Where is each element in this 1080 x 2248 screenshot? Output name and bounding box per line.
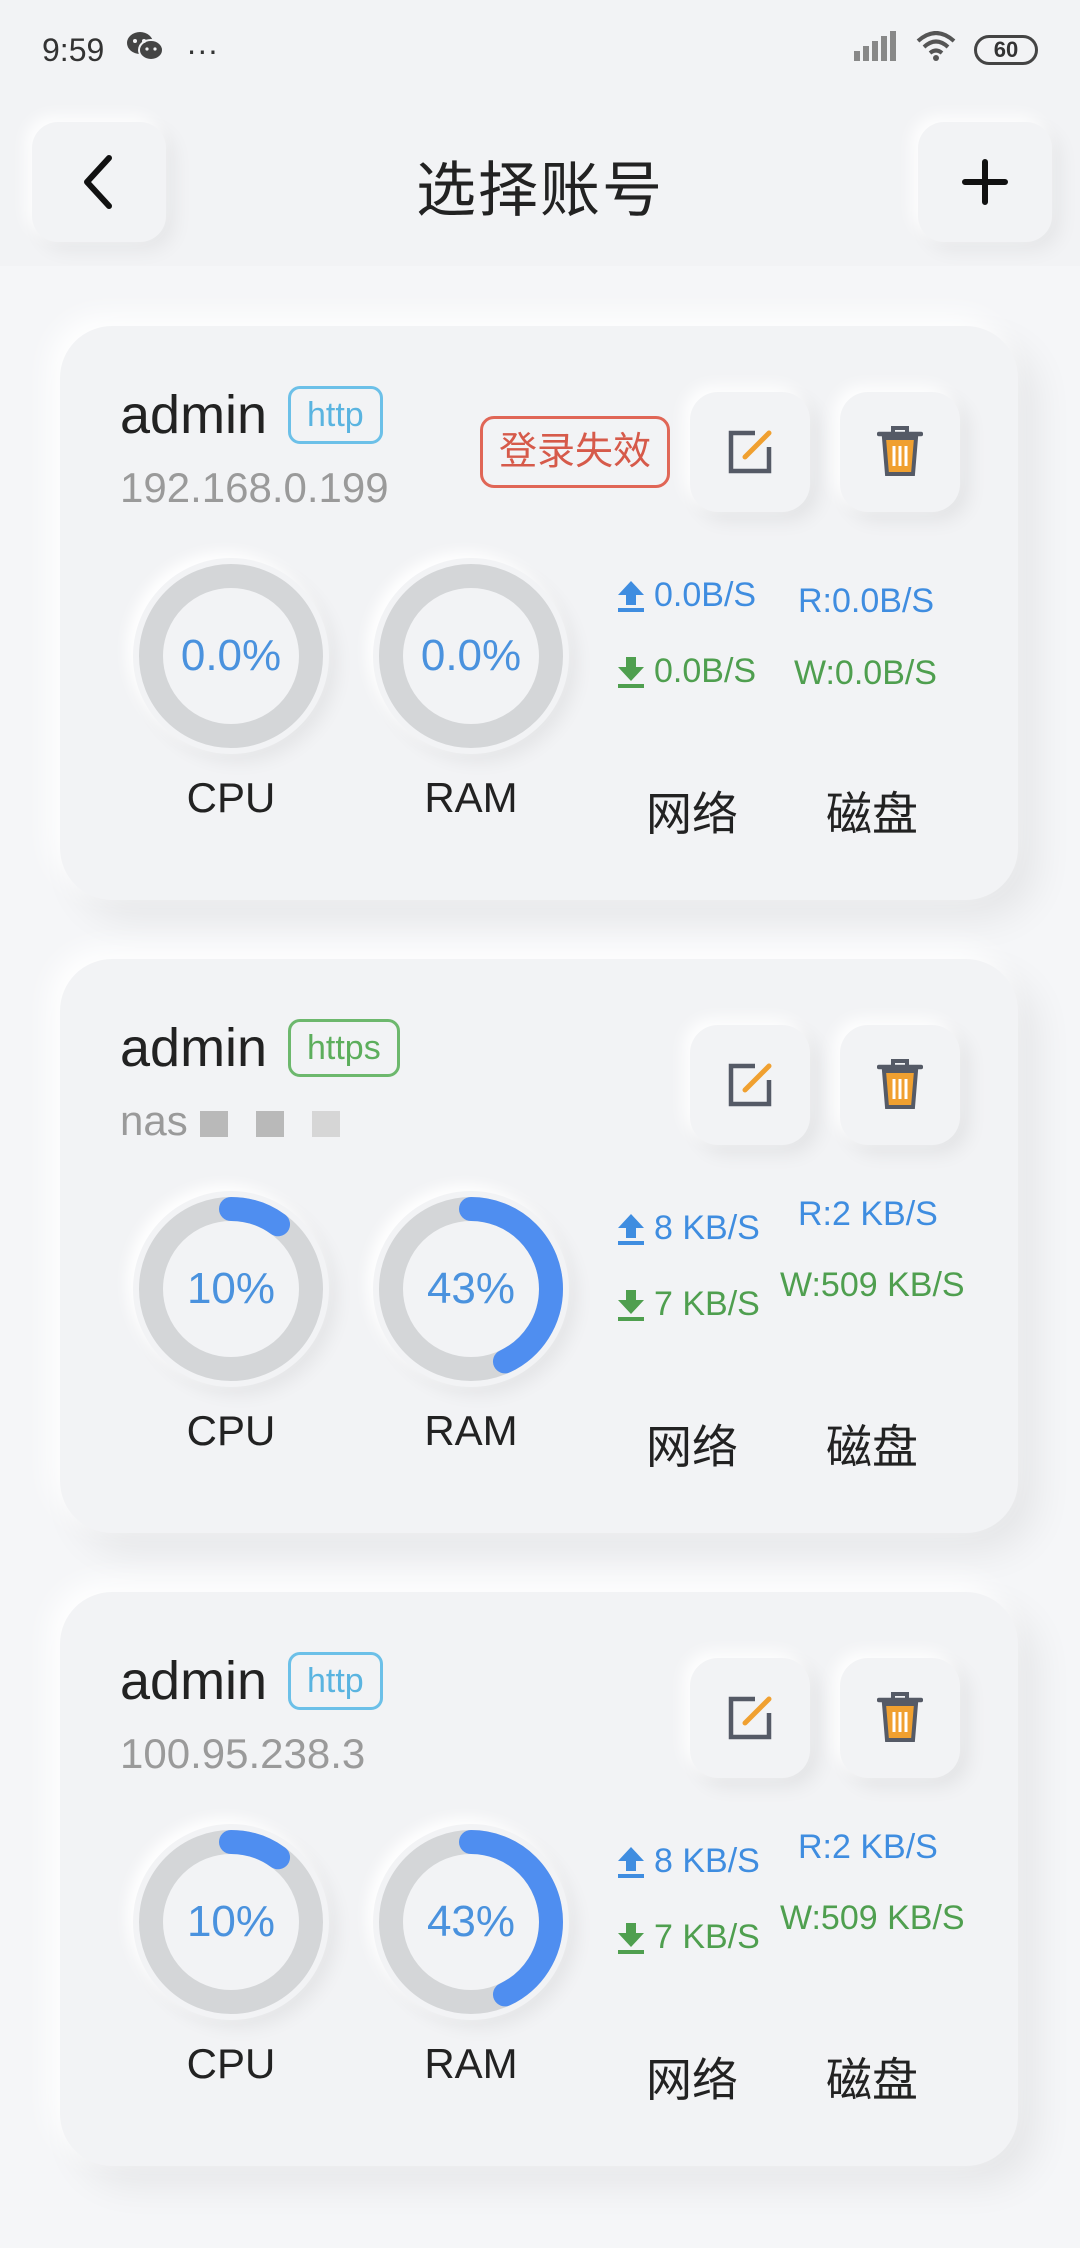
cpu-label: CPU bbox=[186, 1407, 276, 1454]
cpu-gauge: 10% bbox=[133, 1824, 329, 2020]
cpu-label: CPU bbox=[186, 774, 276, 821]
edit-icon bbox=[728, 1063, 772, 1107]
redacted-block bbox=[199, 1110, 228, 1137]
upload-arrow-icon bbox=[616, 1845, 646, 1879]
protocol-tag: http bbox=[288, 386, 383, 444]
account-username: admin bbox=[120, 1651, 268, 1711]
account-card[interactable]: admin https nas 10% 43% CPU RAM 8 KB/S 7… bbox=[60, 959, 1018, 1533]
disk-read: R:2 KB/S bbox=[798, 1828, 938, 1866]
header: 选择账号 bbox=[0, 100, 1080, 266]
account-host: 192.168.0.199 bbox=[120, 464, 389, 511]
network-label: 网络 bbox=[646, 788, 738, 840]
status-time: 9:59 bbox=[42, 31, 105, 68]
disk-read: R:2 KB/S bbox=[798, 1195, 938, 1233]
account-host: nas bbox=[120, 1097, 340, 1145]
ram-value: 0.0% bbox=[420, 631, 522, 680]
download-speed: 7 KB/S bbox=[654, 1285, 760, 1323]
account-card[interactable]: admin http 192.168.0.199 登录失效 0.0% 0.0% … bbox=[60, 326, 1018, 900]
account-list: admin http 192.168.0.199 登录失效 0.0% 0.0% … bbox=[0, 266, 1080, 2248]
ram-value: 43% bbox=[426, 1264, 516, 1313]
add-account-button[interactable] bbox=[918, 122, 1052, 242]
account-username: admin bbox=[120, 385, 268, 445]
download-arrow-icon bbox=[616, 1921, 646, 1955]
ram-label: RAM bbox=[424, 1407, 518, 1454]
login-failed-badge: 登录失效 bbox=[480, 416, 671, 488]
status-left: 9:59 ··· bbox=[42, 30, 218, 70]
status-right: 60 bbox=[854, 31, 1038, 69]
delete-button[interactable] bbox=[840, 392, 960, 512]
cpu-gauge: 0.0% bbox=[133, 558, 329, 754]
account-host-text: nas bbox=[120, 1097, 188, 1144]
network-label: 网络 bbox=[646, 2054, 738, 2106]
cpu-gauge: 10% bbox=[133, 1191, 329, 1387]
trash-icon bbox=[877, 426, 923, 476]
wechat-icon bbox=[126, 30, 165, 70]
delete-button[interactable] bbox=[840, 1025, 960, 1145]
trash-icon bbox=[877, 1059, 923, 1109]
network-upload: 8 KB/S bbox=[616, 1842, 760, 1881]
edit-icon bbox=[728, 1696, 772, 1740]
trash-icon bbox=[877, 1692, 923, 1742]
upload-speed: 0.0B/S bbox=[654, 576, 757, 614]
account-username: admin bbox=[120, 1018, 268, 1078]
network-download: 0.0B/S bbox=[616, 652, 756, 691]
cpu-value: 10% bbox=[186, 1264, 276, 1313]
redacted-block bbox=[311, 1110, 340, 1137]
edit-button[interactable] bbox=[690, 392, 810, 512]
status-bar: 9:59 ··· 60 bbox=[0, 0, 1080, 100]
upload-speed: 8 KB/S bbox=[654, 1842, 760, 1880]
network-upload: 0.0B/S bbox=[616, 576, 756, 615]
protocol-tag: http bbox=[288, 1652, 383, 1710]
network-label: 网络 bbox=[646, 1421, 738, 1473]
disk-write: W:509 KB/S bbox=[780, 1266, 965, 1304]
ram-gauge: 0.0% bbox=[373, 558, 569, 754]
edit-button[interactable] bbox=[690, 1658, 810, 1778]
disk-label: 磁盘 bbox=[826, 2054, 918, 2106]
upload-arrow-icon bbox=[616, 579, 646, 613]
ram-value: 43% bbox=[426, 1897, 516, 1946]
disk-write: W:0.0B/S bbox=[794, 654, 937, 692]
network-download: 7 KB/S bbox=[616, 1285, 760, 1324]
ram-label: RAM bbox=[424, 774, 518, 821]
disk-read: R:0.0B/S bbox=[798, 582, 935, 620]
delete-button[interactable] bbox=[840, 1658, 960, 1778]
cpu-value: 0.0% bbox=[180, 631, 282, 680]
download-arrow-icon bbox=[616, 1288, 646, 1322]
protocol-tag: https bbox=[288, 1019, 400, 1077]
download-speed: 7 KB/S bbox=[654, 1918, 760, 1956]
battery-indicator: 60 bbox=[974, 35, 1038, 65]
download-arrow-icon bbox=[616, 655, 646, 689]
download-speed: 0.0B/S bbox=[654, 652, 757, 690]
ram-label: RAM bbox=[424, 2040, 518, 2087]
redacted-block bbox=[255, 1110, 284, 1137]
disk-label: 磁盘 bbox=[826, 1421, 918, 1473]
disk-label: 磁盘 bbox=[826, 788, 918, 840]
wifi-icon bbox=[916, 31, 956, 69]
ram-gauge: 43% bbox=[373, 1824, 569, 2020]
network-download: 7 KB/S bbox=[616, 1918, 760, 1957]
account-card[interactable]: admin http 100.95.238.3 10% 43% CPU RAM … bbox=[60, 1592, 1018, 2166]
network-upload: 8 KB/S bbox=[616, 1209, 760, 1248]
account-host: 100.95.238.3 bbox=[120, 1730, 366, 1777]
disk-write: W:509 KB/S bbox=[780, 1899, 965, 1937]
upload-speed: 8 KB/S bbox=[654, 1209, 760, 1247]
ram-gauge: 43% bbox=[373, 1191, 569, 1387]
upload-arrow-icon bbox=[616, 1212, 646, 1246]
edit-icon bbox=[728, 430, 772, 474]
more-notifications-icon: ··· bbox=[186, 31, 219, 68]
edit-button[interactable] bbox=[690, 1025, 810, 1145]
cpu-value: 10% bbox=[186, 1897, 276, 1946]
plus-icon bbox=[962, 159, 1008, 205]
cpu-label: CPU bbox=[186, 2040, 276, 2087]
signal-icon bbox=[854, 31, 898, 69]
